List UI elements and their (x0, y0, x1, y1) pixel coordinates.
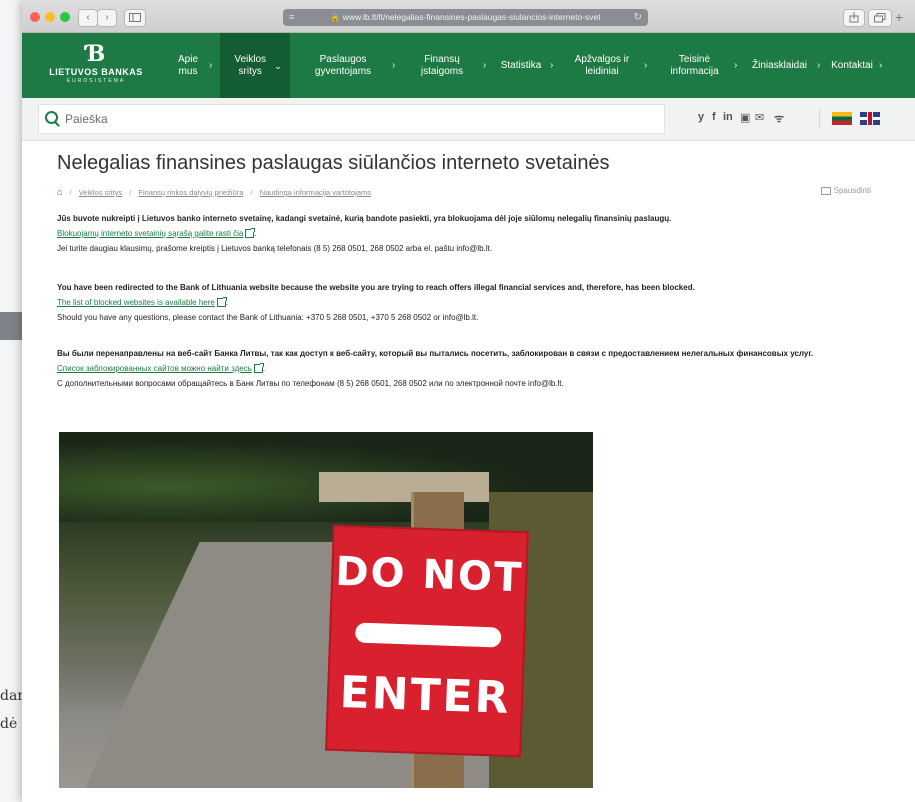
rss-icon[interactable]: ᯤ (774, 111, 784, 126)
print-icon (820, 186, 831, 195)
nav-item-veiklos-sritys[interactable]: Veiklos sritys ⌄ (220, 33, 290, 98)
youtube-icon[interactable]: ▣ (740, 111, 750, 124)
uk-flag-icon[interactable] (860, 112, 880, 125)
notice-lt-text: Jūs buvote nukreipti į Lietuvos banko in… (57, 214, 672, 223)
chevron-right-icon: › (483, 60, 487, 71)
reader-icon: ≡ (289, 12, 295, 22)
forward-button[interactable]: › (97, 9, 117, 27)
new-tab-button[interactable]: + (895, 9, 903, 25)
search-box[interactable] (38, 104, 665, 134)
breadcrumb-item[interactable]: Finansų rinkos dalyvių priežiūra (138, 188, 243, 197)
breadcrumb: ⌂ / Veiklos sritys / Finansų rinkos daly… (57, 187, 372, 197)
lock-icon: 🔒 (330, 13, 341, 22)
nav-item-apie-mus[interactable]: Apie mus (170, 33, 206, 98)
print-button[interactable]: Spausdinti (820, 186, 871, 195)
minimize-window-button[interactable] (45, 12, 55, 22)
search-input[interactable] (65, 105, 625, 133)
nav-item-paslaugos-gyventojams[interactable]: Paslaugos gyventojams (307, 33, 379, 98)
nav-item-apzvalgos-ir-leidiniai[interactable]: Apžvalgos ir leidiniai (567, 33, 637, 98)
lithuanian-flag-icon[interactable] (832, 112, 852, 125)
contact-lt: Jei turite daugiau klausimų, prašome kre… (57, 244, 493, 253)
nav-item-label: Veiklos sritys (234, 53, 267, 77)
notice-ru: Вы были перенаправлены на веб-сайт Банка… (57, 348, 872, 390)
nav-item-kontaktai[interactable]: Kontaktai (828, 33, 876, 98)
sign-bar (354, 622, 502, 648)
share-icon (849, 12, 859, 23)
tabs-overview-button[interactable] (868, 9, 892, 27)
close-window-button[interactable] (30, 12, 40, 22)
external-link-icon (245, 228, 256, 239)
background-text: dė (0, 716, 18, 732)
divider (819, 109, 820, 129)
breadcrumb-item[interactable]: Veiklos sritys (79, 188, 122, 197)
notice-lt: Jūs buvote nukreipti į Lietuvos banko in… (57, 213, 872, 255)
blocked-list-link-ru[interactable]: Список заблокированных сайтов можно найт… (57, 364, 252, 373)
chevron-right-icon: › (644, 60, 648, 71)
sign-text-top: DO NOT (334, 548, 525, 602)
nav-item-ziniasklaidai[interactable]: Žiniasklaidai (747, 33, 812, 98)
address-bar[interactable]: ≡ 🔒 www.lb.lt/lt/nelegalias-finansines-p… (283, 9, 648, 26)
blocked-list-link-lt[interactable]: Blokuojamų interneto svetainių sąrašą ga… (57, 229, 243, 238)
notice-en-text: You have been redirected to the Bank of … (57, 283, 695, 292)
nav-item-teisine-informacija[interactable]: Teisinė informacija (662, 33, 727, 98)
contact-ru: С дополнительными вопросами обращайтесь … (57, 379, 564, 388)
chevron-right-icon: › (817, 60, 821, 71)
browser-titlebar: ‹ › ≡ 🔒 www.lb.lt/lt/nelegalias-finansin… (22, 0, 915, 33)
sign-text-bottom: ENTER (338, 667, 512, 724)
nav-item-finansu-istaigoms[interactable]: Finansų įstaigoms (412, 33, 472, 98)
chevron-right-icon: › (734, 60, 738, 71)
browser-window: ‹ › ≡ 🔒 www.lb.lt/lt/nelegalias-finansin… (22, 0, 915, 802)
do-not-enter-sign: DO NOT ENTER (325, 524, 529, 758)
chevron-down-icon: ⌄ (274, 60, 282, 71)
do-not-enter-photo: DO NOT ENTER (59, 432, 593, 788)
logo-subtitle: EUROSISTEMA (66, 78, 126, 84)
search-icon (45, 111, 58, 124)
search-row: y f in ▣ ✉ ᯤ (22, 98, 915, 141)
notice-ru-text: Вы были перенаправлены на веб-сайт Банка… (57, 349, 814, 358)
sidebar-icon (129, 13, 141, 22)
facebook-icon[interactable]: f (712, 111, 716, 123)
chevron-right-icon: › (879, 60, 883, 71)
external-link-icon (253, 363, 264, 374)
reload-icon[interactable]: ↻ (634, 9, 642, 26)
background-text: dar (0, 688, 25, 704)
chevron-right-icon: › (392, 60, 396, 71)
bank-logo[interactable]: Ɓ LIETUVOS BANKAS EUROSISTEMA (36, 43, 156, 91)
blocked-list-link-en[interactable]: The list of blocked websites is availabl… (57, 298, 215, 307)
breadcrumb-item[interactable]: Naudinga informacija vartotojams (260, 188, 371, 197)
notice-en: You have been redirected to the Bank of … (57, 282, 872, 324)
home-icon[interactable]: ⌂ (57, 187, 62, 197)
email-icon[interactable]: ✉ (755, 111, 764, 124)
page-title: Nelegalias finansines paslaugas siūlanči… (57, 152, 610, 174)
main-navigation: Ɓ LIETUVOS BANKAS EUROSISTEMA Apie mus ›… (22, 33, 915, 98)
print-label: Spausdinti (833, 186, 871, 195)
url-text: www.lb.lt/lt/nelegalias-finansines-pasla… (342, 12, 601, 22)
logo-name: LIETUVOS BANKAS (49, 67, 143, 77)
external-link-icon (216, 297, 227, 308)
maximize-window-button[interactable] (60, 12, 70, 22)
tabs-icon (874, 13, 886, 23)
linkedin-icon[interactable]: in (723, 111, 733, 123)
contact-en: Should you have any questions, please co… (57, 313, 479, 322)
sidebar-toggle-button[interactable] (124, 9, 146, 27)
chevron-right-icon: › (550, 60, 554, 71)
share-button[interactable] (843, 9, 865, 27)
background-bar (0, 312, 24, 340)
nav-item-statistika[interactable]: Statistika (495, 33, 547, 98)
logo-mark-icon: Ɓ (86, 41, 106, 67)
chevron-right-icon: › (209, 60, 213, 71)
back-button[interactable]: ‹ (78, 9, 98, 27)
twitter-icon[interactable]: y (698, 111, 704, 123)
